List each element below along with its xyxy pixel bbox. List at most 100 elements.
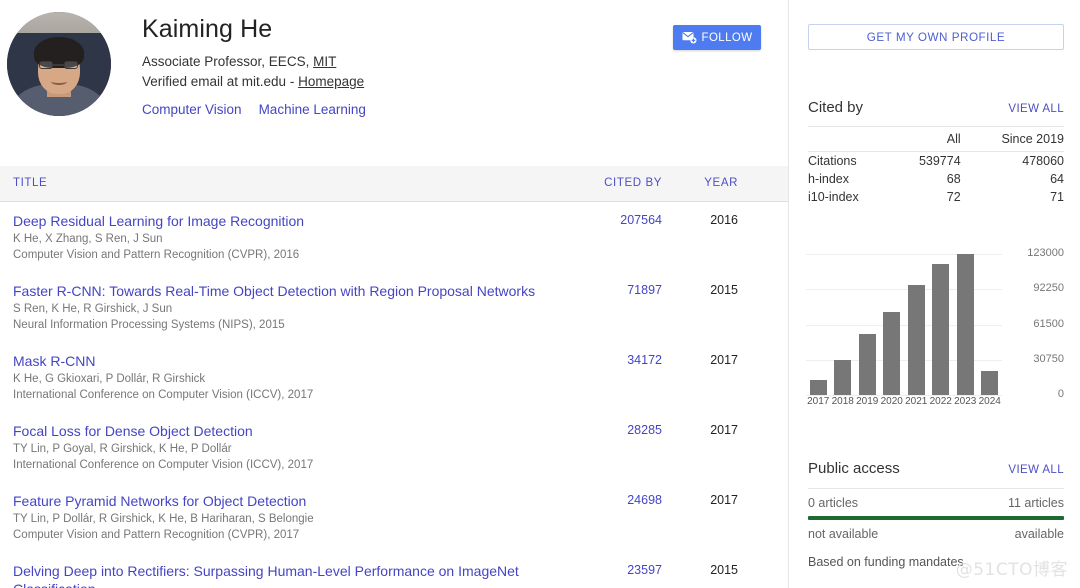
public-access-body: 0 articles 11 articles not available ava… xyxy=(808,488,1064,569)
metrics-header-row: All Since 2019 xyxy=(808,126,1064,152)
chart-x-axis-label: 2020 xyxy=(880,396,903,407)
table-row: Feature Pyramid Networks for Object Dete… xyxy=(0,482,788,552)
chart-x-axis-label: 2022 xyxy=(929,396,952,407)
interest-machine-learning[interactable]: Machine Learning xyxy=(259,102,366,117)
envelope-plus-icon xyxy=(681,31,697,44)
publication-title[interactable]: Deep Residual Learning for Image Recogni… xyxy=(13,212,593,230)
page-title: Kaiming He xyxy=(142,15,273,43)
interests-list: Computer Vision Machine Learning xyxy=(142,101,383,119)
publication-authors: S Ren, K He, R Girshick, J Sun xyxy=(13,303,173,315)
chart-x-axis-label: 2018 xyxy=(831,396,854,407)
cited-by-metrics-table: All Since 2019 Citations 539774 478060 h… xyxy=(808,126,1064,206)
chart-x-axis-label: 2024 xyxy=(978,396,1001,407)
publication-year: 2015 xyxy=(710,563,738,577)
table-row: h-index 68 64 xyxy=(808,170,1064,188)
publication-year: 2017 xyxy=(710,353,738,367)
publications-table: TITLE CITED BY YEAR Deep Residual Learni… xyxy=(0,166,788,588)
metrics-column-all: All xyxy=(891,126,961,152)
chart-bar[interactable] xyxy=(809,380,827,395)
photo-background-top xyxy=(7,12,111,35)
chart-x-axis-label: 2023 xyxy=(954,396,977,407)
publications-table-header: TITLE CITED BY YEAR xyxy=(0,166,788,202)
chart-bar[interactable] xyxy=(932,264,950,395)
left-column: Kaiming He Associate Professor, EECS, MI… xyxy=(0,0,788,588)
profile-header: Kaiming He Associate Professor, EECS, MI… xyxy=(0,0,788,166)
metric-value-since: 478060 xyxy=(1022,154,1064,168)
public-access-available-count: 11 articles xyxy=(1007,496,1064,510)
interest-computer-vision[interactable]: Computer Vision xyxy=(142,102,242,117)
table-row: i10-index 72 71 xyxy=(808,188,1064,206)
publication-cited-by[interactable]: 71897 xyxy=(600,283,662,297)
public-access-not-available-label: not available xyxy=(808,527,879,541)
profile-text-block: Kaiming He Associate Professor, EECS, MI… xyxy=(142,14,383,119)
scholar-profile-page: Kaiming He Associate Professor, EECS, MI… xyxy=(0,0,1080,588)
metric-label: Citations xyxy=(808,154,857,168)
publication-cited-by[interactable]: 23597 xyxy=(600,563,662,577)
photo-glasses-right xyxy=(64,60,78,70)
table-row: Citations 539774 478060 xyxy=(808,152,1064,171)
publication-venue: International Conference on Computer Vis… xyxy=(13,389,314,401)
avatar[interactable] xyxy=(7,12,111,116)
public-access-available-label: available xyxy=(1014,527,1064,541)
column-header-year[interactable]: YEAR xyxy=(690,177,738,189)
cited-by-view-all-link[interactable]: VIEW ALL xyxy=(1008,103,1064,115)
publication-authors: K He, X Zhang, S Ren, J Sun xyxy=(13,233,163,245)
photo-glasses-left xyxy=(39,60,53,70)
chart-y-axis-label: 92250 xyxy=(1033,282,1064,295)
table-row: Deep Residual Learning for Image Recogni… xyxy=(0,202,788,272)
chart-bar[interactable] xyxy=(834,360,852,395)
publication-venue: International Conference on Computer Vis… xyxy=(13,459,314,471)
homepage-link[interactable]: Homepage xyxy=(298,74,364,89)
chart-y-axis-label: 0 xyxy=(1057,388,1064,400)
affiliation-text: Associate Professor, EECS, xyxy=(142,54,314,69)
table-row: Delving Deep into Rectifiers: Surpassing… xyxy=(0,552,788,588)
chart-bar[interactable] xyxy=(956,254,974,395)
publication-cited-by[interactable]: 28285 xyxy=(600,423,662,437)
metric-value-all: 539774 xyxy=(918,154,961,168)
citations-per-year-chart[interactable]: 123000 92250 61500 30750 0 2017 2018 2019 2020 20… xyxy=(806,244,1064,407)
chart-y-axis-label: 61500 xyxy=(1033,317,1064,330)
publication-cited-by[interactable]: 24698 xyxy=(600,493,662,507)
publication-title[interactable]: Focal Loss for Dense Object Detection xyxy=(13,422,593,440)
cited-by-header: Cited by VIEW ALL xyxy=(808,99,1064,116)
publication-year: 2017 xyxy=(710,423,738,437)
affiliation-link[interactable]: MIT xyxy=(313,54,336,69)
metric-label: h-index xyxy=(808,172,849,186)
email-text: Verified email at mit.edu - xyxy=(142,74,299,89)
publication-year: 2016 xyxy=(710,213,738,227)
column-header-cited-by[interactable]: CITED BY xyxy=(600,177,662,189)
public-access-labels: not available available xyxy=(808,527,1064,541)
table-row: Faster R-CNN: Towards Real-Time Object D… xyxy=(0,272,788,342)
publication-title[interactable]: Mask R-CNN xyxy=(13,352,593,370)
metric-value-all: 68 xyxy=(946,172,961,186)
publication-cited-by[interactable]: 207564 xyxy=(600,213,662,227)
publication-cited-by[interactable]: 34172 xyxy=(600,353,662,367)
metric-label: i10-index xyxy=(808,190,859,204)
photo-glasses-bridge xyxy=(52,64,65,66)
publication-year: 2017 xyxy=(710,493,738,507)
chart-bar[interactable] xyxy=(858,334,876,395)
publication-authors: TY Lin, P Dollár, R Girshick, K He, B Ha… xyxy=(13,513,314,525)
chart-bar[interactable] xyxy=(981,370,999,395)
public-access-view-all-link[interactable]: VIEW ALL xyxy=(1008,464,1064,476)
email-line: Verified email at mit.edu - Homepage xyxy=(142,72,383,92)
metric-value-since: 71 xyxy=(1050,190,1064,204)
publication-title[interactable]: Feature Pyramid Networks for Object Dete… xyxy=(13,492,593,510)
metric-value-since: 64 xyxy=(1050,172,1064,186)
table-row: Focal Loss for Dense Object Detection TY… xyxy=(0,412,788,482)
chart-bar[interactable] xyxy=(883,312,901,395)
public-access-title: Public access xyxy=(808,460,900,477)
chart-y-axis-label: 123000 xyxy=(1027,247,1064,259)
publication-title[interactable]: Delving Deep into Rectifiers: Surpassing… xyxy=(13,562,593,588)
publication-year: 2015 xyxy=(710,283,738,297)
get-profile-label: GET MY OWN PROFILE xyxy=(866,30,1006,44)
chart-x-axis-label: 2017 xyxy=(807,396,830,407)
public-access-not-available-count: 0 articles xyxy=(808,496,859,510)
publication-title[interactable]: Faster R-CNN: Towards Real-Time Object D… xyxy=(13,282,593,300)
chart-y-axis-label: 30750 xyxy=(1033,352,1064,365)
chart-bar[interactable] xyxy=(907,284,925,395)
publication-venue: Computer Vision and Pattern Recognition … xyxy=(13,249,300,261)
follow-button[interactable]: FOLLOW xyxy=(673,25,761,50)
publication-venue: Neural Information Processing Systems (N… xyxy=(13,319,285,331)
get-my-own-profile-button[interactable]: GET MY OWN PROFILE xyxy=(808,24,1064,50)
